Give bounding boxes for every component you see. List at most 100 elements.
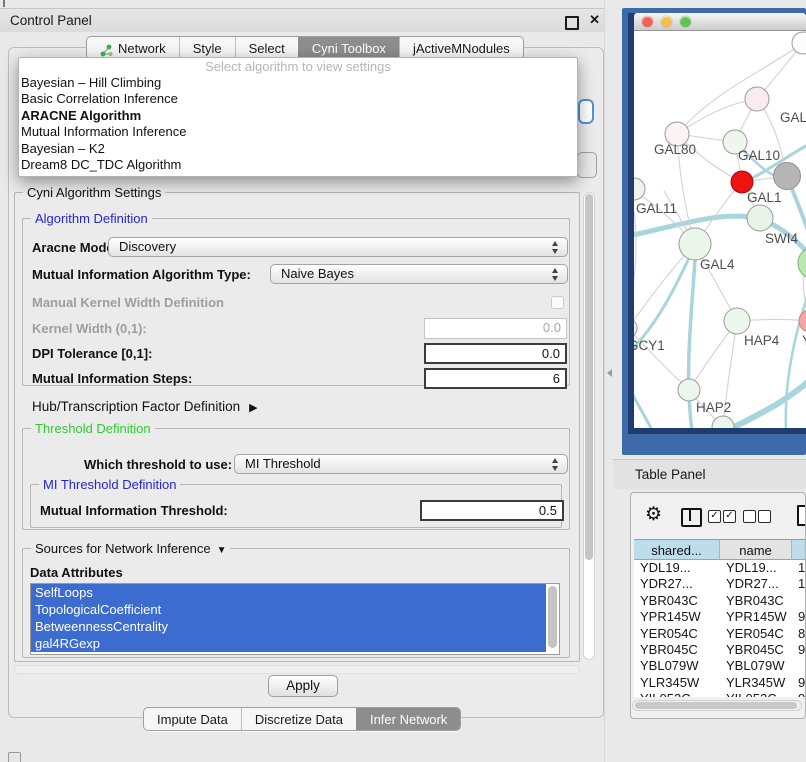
table-row[interactable]: YDR27...YDR27...12	[634, 576, 806, 592]
hidden-panel-icon[interactable]	[8, 752, 21, 762]
tab-jactivemnodules[interactable]: jActiveMNodules	[399, 37, 523, 59]
hub-section-toggle[interactable]: Hub/Transcription Factor Definition▶	[32, 397, 258, 418]
control-panel-titlebar: Control Panel ✕	[0, 8, 612, 32]
network-canvas[interactable]: GALGAL80GAL10GAL1GAL11SWI4GAL4GCY1HAP4YH…	[634, 31, 806, 428]
aracne-mode-select[interactable]: Discovery	[108, 237, 568, 257]
settings-horizontal-scrollbar[interactable]	[14, 665, 580, 674]
tab-label: Discretize Data	[255, 709, 343, 730]
collapsed-arrow-icon: ▶	[249, 398, 257, 418]
table-cell: 12	[792, 576, 806, 592]
close-window-icon[interactable]	[642, 16, 653, 27]
tab-style[interactable]: Style	[179, 37, 235, 59]
gear-icon[interactable]: ⚙	[645, 505, 662, 525]
which-threshold-select[interactable]: MI Threshold	[234, 454, 568, 474]
table-cell: YLR345W	[720, 675, 792, 691]
float-panel-icon[interactable]	[565, 16, 579, 30]
table-panel-titlebar: Table Panel	[613, 459, 806, 489]
column-header[interactable]: name	[720, 539, 792, 560]
column-header[interactable]: shared...	[634, 539, 720, 560]
column-header[interactable]	[792, 539, 806, 560]
network-edge[interactable]	[786, 271, 806, 428]
network-node[interactable]	[774, 163, 801, 190]
close-panel-icon[interactable]: ✕	[589, 12, 600, 28]
dpi-tolerance-field[interactable]: 0.0	[424, 343, 567, 364]
data-attribute-item[interactable]: SelfLoops	[31, 584, 546, 601]
algorithm-option[interactable]: Dream8 DC_TDC Algorithm	[19, 157, 577, 173]
table-row[interactable]: YBR043CYBR043C	[634, 593, 806, 609]
mi-algorithm-type-select[interactable]: Naive Bayes	[270, 264, 568, 284]
network-edge[interactable]	[634, 386, 669, 428]
node-label: HAP4	[744, 333, 780, 348]
tab-select[interactable]: Select	[235, 37, 298, 59]
network-node-hap4[interactable]	[724, 308, 750, 334]
table-row[interactable]: YER054CYER054C8.	[634, 626, 806, 642]
split-columns-icon[interactable]	[681, 508, 702, 527]
table-row[interactable]: YDL19...YDL19...13	[634, 560, 806, 576]
data-attribute-item[interactable]: TopologicalCoefficient	[31, 601, 546, 618]
algorithm-option[interactable]: Mutual Information Inference	[19, 124, 577, 140]
tab-network[interactable]: Network	[87, 37, 179, 59]
network-window-titlebar[interactable]	[634, 13, 806, 31]
network-node-hap2[interactable]	[678, 379, 700, 401]
network-node[interactable]	[792, 32, 806, 54]
network-node[interactable]	[798, 247, 806, 279]
tab-label: jActiveMNodules	[413, 38, 510, 59]
tab-infer-network[interactable]: Infer Network	[356, 708, 460, 730]
settings-scrollbar-thumb[interactable]	[585, 194, 593, 560]
select-all-icon[interactable]: ✓	[708, 510, 721, 523]
table-row[interactable]: YBL079WYBL079W	[634, 658, 806, 674]
kernel-width-label: Kernel Width (0,1):	[32, 319, 147, 339]
table-hscrollbar-thumb[interactable]	[635, 702, 797, 709]
tab-label: Style	[193, 38, 222, 59]
apply-button[interactable]: Apply	[268, 675, 338, 697]
network-node-gcy1[interactable]	[634, 318, 637, 338]
deselect-all-icon[interactable]	[743, 510, 756, 523]
node-label: GAL	[780, 110, 806, 125]
mi-threshold-field[interactable]: 0.5	[420, 500, 564, 521]
splitter-collapse-icon[interactable]	[607, 369, 612, 377]
algorithm-option[interactable]: Basic Correlation Inference	[19, 91, 577, 107]
tab-impute-data[interactable]: Impute Data	[144, 708, 241, 730]
tab-cyni-toolbox[interactable]: Cyni Toolbox	[298, 37, 399, 59]
table-row[interactable]: YBR045CYBR045C9.	[634, 642, 806, 658]
settings-scrollbar[interactable]	[583, 192, 595, 660]
top-left-tick	[3, 0, 5, 7]
zoom-window-icon[interactable]	[680, 16, 691, 27]
stepper-icon	[552, 458, 560, 471]
table-cell: 9.	[792, 609, 806, 625]
tab-label: Network	[118, 38, 166, 59]
algorithm-option[interactable]: Bayesian – K2	[19, 141, 577, 157]
table-cell: YIL052C	[720, 691, 792, 697]
panel-splitter[interactable]	[604, 0, 613, 762]
kernel-width-field[interactable]: 0.0	[424, 318, 567, 339]
table-horizontal-scrollbar[interactable]	[632, 700, 802, 711]
network-node[interactable]	[712, 416, 734, 428]
network-edge[interactable]	[634, 211, 636, 328]
select-all-icon-2[interactable]: ✓	[723, 510, 736, 523]
minimize-window-icon[interactable]	[661, 16, 672, 27]
mi-threshold-label: Mutual Information Threshold:	[40, 501, 228, 521]
tab-discretize-data[interactable]: Discretize Data	[241, 708, 356, 730]
table-cell	[792, 658, 806, 674]
algorithm-option[interactable]: ARACNE Algorithm	[19, 108, 577, 124]
deselect-all-icon-2[interactable]	[758, 510, 771, 523]
data-attributes-list[interactable]: SelfLoopsTopologicalCoefficientBetweenne…	[30, 583, 560, 655]
network-node-gal4[interactable]	[679, 228, 711, 260]
network-edge[interactable]	[677, 99, 757, 134]
node-label: GAL80	[654, 142, 696, 157]
manual-kernel-width-checkbox[interactable]	[551, 296, 564, 309]
network-node-gal[interactable]	[745, 87, 769, 111]
algorithm-option[interactable]: Bayesian – Hill Climbing	[19, 75, 577, 91]
sources-group-title[interactable]: Sources for Network Inference▼	[31, 541, 230, 556]
list-scrollbar-thumb[interactable]	[548, 586, 557, 648]
table-row[interactable]: YPR145WYPR145W9.	[634, 609, 806, 625]
data-attribute-item[interactable]: BetweennessCentrality	[31, 618, 546, 635]
table-cell: YDL19...	[634, 560, 720, 576]
table-row[interactable]: YLR345WYLR345W9.	[634, 675, 806, 691]
new-document-icon[interactable]	[797, 505, 806, 526]
table-row[interactable]: YIL052CYIL052C9	[634, 691, 806, 697]
mi-steps-field[interactable]: 6	[424, 368, 567, 389]
network-node-y[interactable]	[799, 310, 806, 332]
data-attribute-item[interactable]: gal4RGexp	[31, 635, 546, 652]
network-node-swi4[interactable]	[747, 205, 773, 231]
